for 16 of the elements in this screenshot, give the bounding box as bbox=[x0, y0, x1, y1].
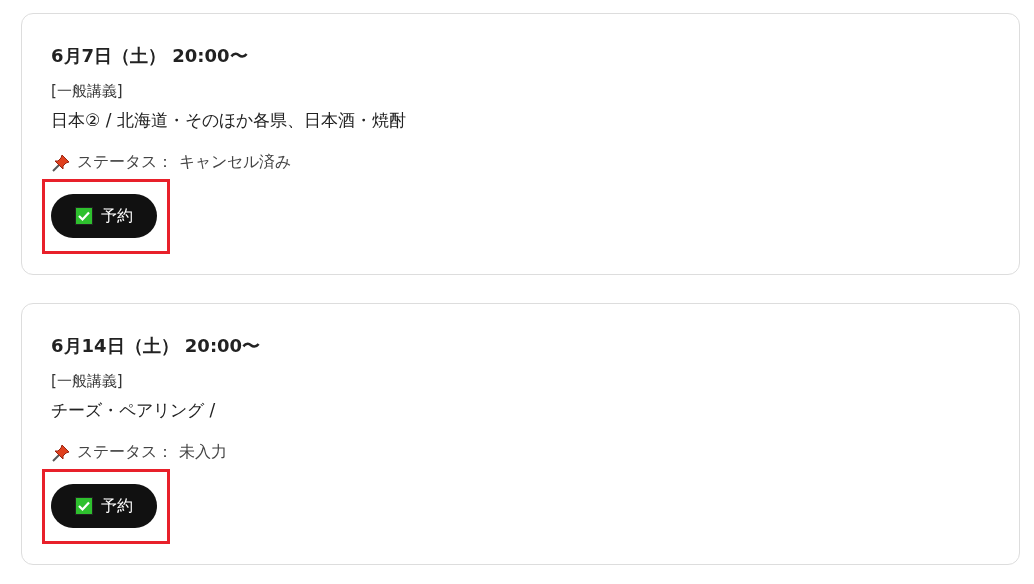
event-description: チーズ・ペアリング / bbox=[51, 399, 216, 422]
pushpin-icon bbox=[51, 442, 71, 463]
event-date: 6月7日（土） 20:00〜 bbox=[51, 44, 248, 68]
pushpin-icon bbox=[51, 152, 71, 173]
status-label: ステータス： bbox=[77, 442, 173, 463]
status-label: ステータス： bbox=[77, 152, 173, 173]
checkbox-icon bbox=[75, 497, 93, 515]
reserve-button[interactable]: 予約 bbox=[51, 194, 157, 238]
event-date: 6月14日（土） 20:00〜 bbox=[51, 334, 261, 358]
status-value: 未入力 bbox=[179, 442, 227, 463]
status-value: キャンセル済み bbox=[179, 152, 291, 173]
checkbox-icon bbox=[75, 207, 93, 225]
reserve-button[interactable]: 予約 bbox=[51, 484, 157, 528]
event-category: [一般講義] bbox=[51, 82, 123, 101]
event-description: 日本② / 北海道・そのほか各県、日本酒・焼酎 bbox=[51, 109, 406, 132]
event-category: [一般講義] bbox=[51, 372, 123, 391]
